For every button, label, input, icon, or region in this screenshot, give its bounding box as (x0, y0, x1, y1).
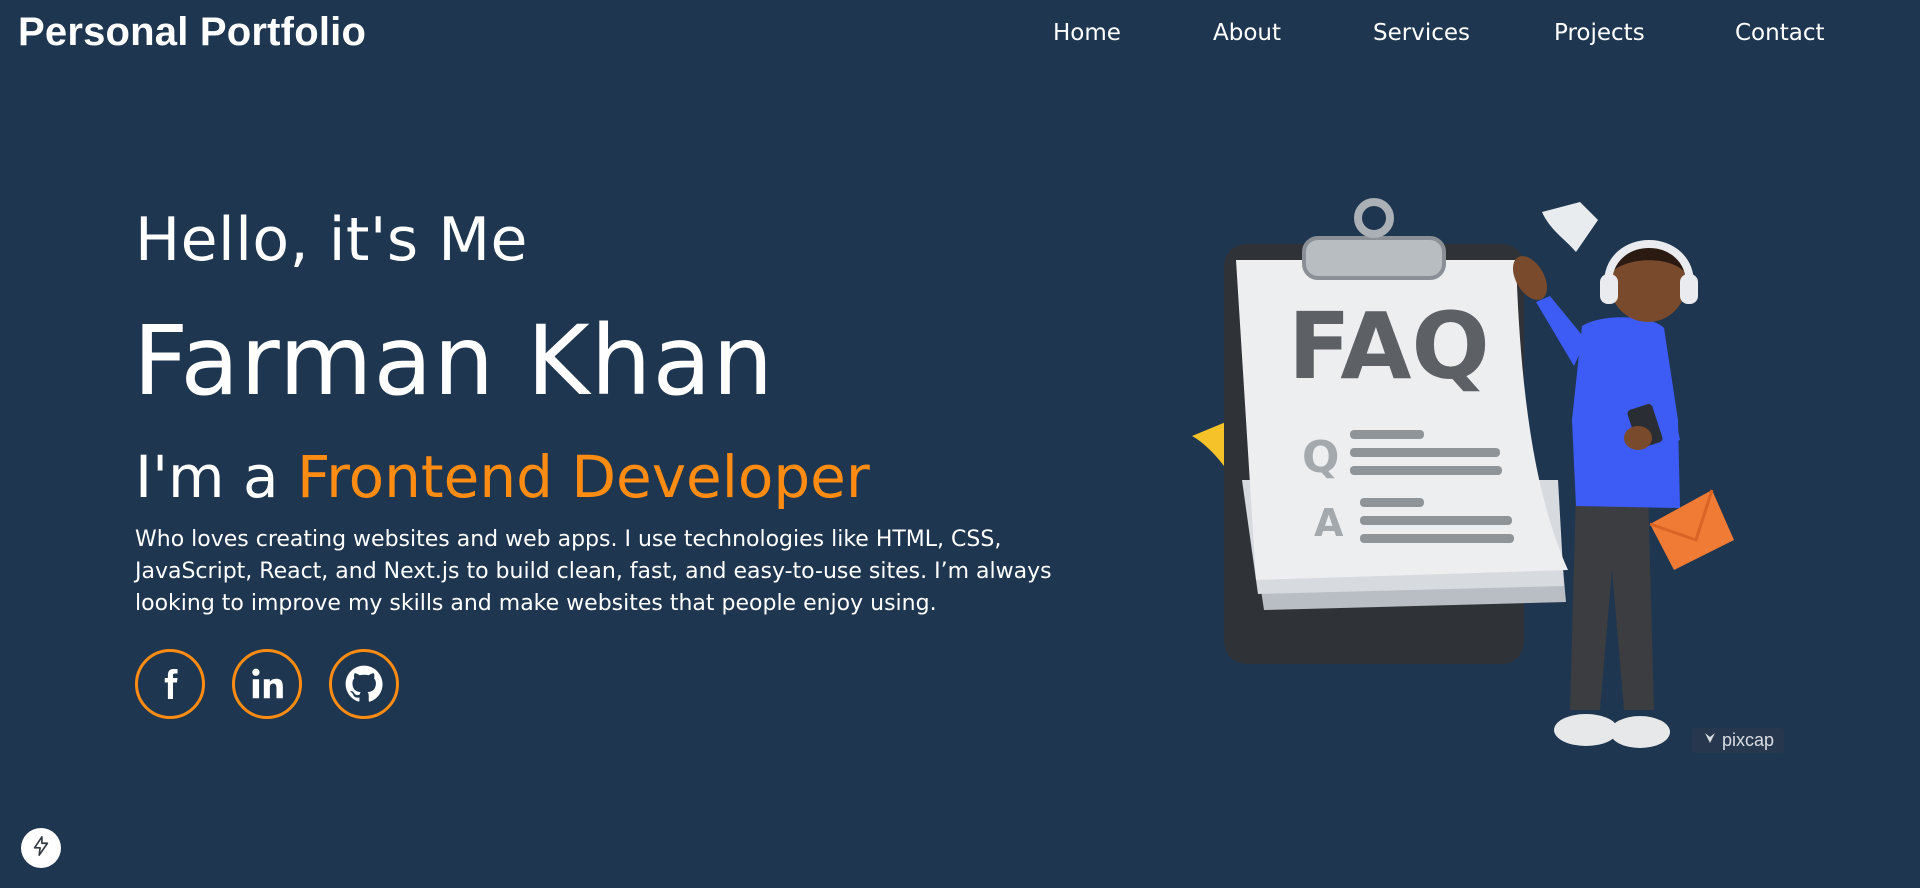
clip-ring (1354, 198, 1394, 238)
person-raised-arm (1536, 296, 1586, 366)
linkedin-link[interactable] (232, 649, 302, 719)
q-line-1 (1350, 430, 1424, 439)
hero-bio: Who loves creating websites and web apps… (135, 527, 1052, 616)
floating-paper-shape (1542, 202, 1598, 252)
person-phone-hand (1624, 426, 1652, 450)
portfolio-page: Personal Portfolio Home About Services P… (0, 0, 1920, 888)
linkedin-icon (248, 665, 286, 703)
headset-left-cup (1600, 274, 1618, 304)
clipboard-clip (1302, 236, 1446, 280)
a-letter: A (1314, 501, 1344, 545)
hero-name: Farman Khan (133, 305, 775, 417)
hero-role: I'm a Frontend Developer (135, 443, 870, 511)
hero-illustration: FAQ Q A (1180, 190, 1780, 770)
facebook-link[interactable] (135, 649, 205, 719)
lightning-badge-button[interactable] (21, 828, 61, 868)
nav-about[interactable]: About (1213, 20, 1281, 46)
watermark-text: pixcap (1722, 730, 1775, 750)
faq-illustration: FAQ Q A (1192, 198, 1734, 748)
a-line-2 (1360, 516, 1512, 525)
faq-text: FAQ (1288, 293, 1490, 400)
social-links (135, 649, 426, 719)
a-line-3 (1360, 534, 1514, 543)
q-line-2 (1350, 448, 1500, 457)
nav-services[interactable]: Services (1373, 20, 1470, 46)
nav-home[interactable]: Home (1053, 20, 1121, 46)
github-icon (343, 663, 385, 705)
person-legs (1570, 490, 1654, 710)
pixcap-logo-icon (1702, 730, 1718, 751)
hero-greeting: Hello, it's Me (135, 205, 528, 275)
headset-right-cup (1680, 274, 1698, 304)
nav-contact[interactable]: Contact (1735, 20, 1824, 46)
left-shoe (1554, 714, 1618, 746)
q-letter: Q (1302, 432, 1339, 483)
nav-projects[interactable]: Projects (1554, 20, 1645, 46)
role-highlight: Frontend Developer (296, 443, 870, 511)
q-line-3 (1350, 466, 1502, 475)
a-line-1 (1360, 498, 1424, 507)
github-link[interactable] (329, 649, 399, 719)
role-prefix: I'm a (135, 443, 297, 511)
right-shoe (1610, 716, 1670, 748)
pixcap-watermark: pixcap (1692, 728, 1785, 753)
brand-logo[interactable]: Personal Portfolio (18, 10, 366, 55)
lightning-icon (30, 835, 52, 861)
facebook-icon (152, 662, 188, 706)
